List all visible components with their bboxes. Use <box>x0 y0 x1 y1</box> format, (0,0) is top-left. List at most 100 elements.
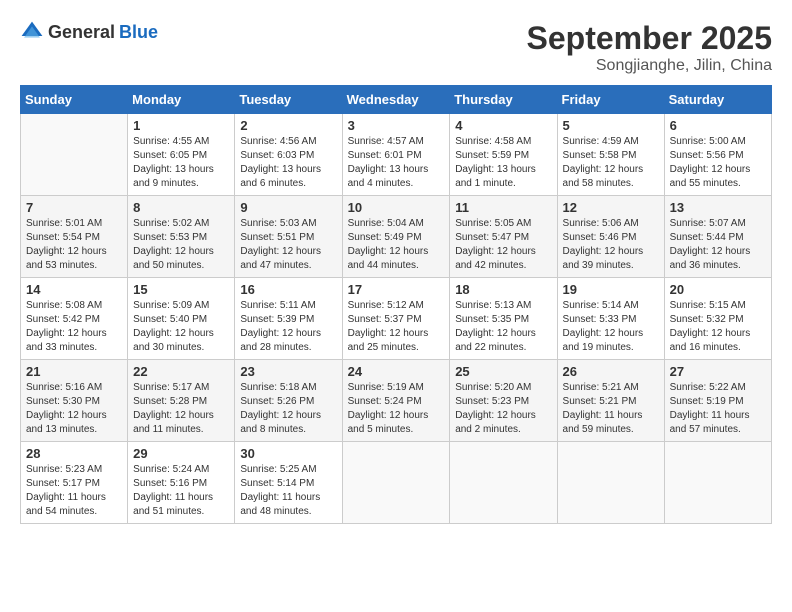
weekday-header-sunday: Sunday <box>21 86 128 114</box>
day-info: Sunrise: 5:23 AM Sunset: 5:17 PM Dayligh… <box>26 463 122 519</box>
calendar-cell: 18 Sunrise: 5:13 AM Sunset: 5:35 PM Dayli… <box>450 278 557 360</box>
day-info: Sunrise: 5:18 AM Sunset: 5:26 PM Dayligh… <box>240 381 336 437</box>
calendar-cell: 24 Sunrise: 5:19 AM Sunset: 5:24 PM Dayli… <box>342 360 450 442</box>
day-info: Sunrise: 5:19 AM Sunset: 5:24 PM Dayligh… <box>348 381 445 437</box>
day-info: Sunrise: 5:24 AM Sunset: 5:16 PM Dayligh… <box>133 463 229 519</box>
day-number: 2 <box>240 118 336 133</box>
calendar-cell: 8 Sunrise: 5:02 AM Sunset: 5:53 PM Daylig… <box>128 196 235 278</box>
day-info: Sunrise: 4:56 AM Sunset: 6:03 PM Dayligh… <box>240 135 336 191</box>
day-info: Sunrise: 5:02 AM Sunset: 5:53 PM Dayligh… <box>133 217 229 273</box>
calendar-cell: 21 Sunrise: 5:16 AM Sunset: 5:30 PM Dayli… <box>21 360 128 442</box>
calendar-cell: 7 Sunrise: 5:01 AM Sunset: 5:54 PM Daylig… <box>21 196 128 278</box>
day-info: Sunrise: 5:04 AM Sunset: 5:49 PM Dayligh… <box>348 217 445 273</box>
calendar-cell: 28 Sunrise: 5:23 AM Sunset: 5:17 PM Dayli… <box>21 442 128 524</box>
day-info: Sunrise: 5:17 AM Sunset: 5:28 PM Dayligh… <box>133 381 229 437</box>
day-info: Sunrise: 5:03 AM Sunset: 5:51 PM Dayligh… <box>240 217 336 273</box>
calendar-cell: 22 Sunrise: 5:17 AM Sunset: 5:28 PM Dayli… <box>128 360 235 442</box>
day-number: 10 <box>348 200 445 215</box>
calendar-cell: 29 Sunrise: 5:24 AM Sunset: 5:16 PM Dayli… <box>128 442 235 524</box>
day-number: 24 <box>348 364 445 379</box>
calendar-cell: 2 Sunrise: 4:56 AM Sunset: 6:03 PM Daylig… <box>235 114 342 196</box>
calendar-table: SundayMondayTuesdayWednesdayThursdayFrid… <box>20 85 772 524</box>
calendar-cell: 16 Sunrise: 5:11 AM Sunset: 5:39 PM Dayli… <box>235 278 342 360</box>
day-number: 12 <box>563 200 659 215</box>
weekday-header-saturday: Saturday <box>664 86 771 114</box>
calendar-cell: 30 Sunrise: 5:25 AM Sunset: 5:14 PM Dayli… <box>235 442 342 524</box>
calendar-cell: 15Sunrise: 5:09 AM Sunset: 5:40 PM Dayli… <box>128 278 235 360</box>
calendar-cell: 12 Sunrise: 5:06 AM Sunset: 5:46 PM Dayli… <box>557 196 664 278</box>
day-number: 17 <box>348 282 445 297</box>
day-number: 18 <box>455 282 551 297</box>
calendar-cell <box>557 442 664 524</box>
title-block: September 2025 Songjianghe, Jilin, China <box>527 20 772 75</box>
day-number: 29 <box>133 446 229 461</box>
location-title: Songjianghe, Jilin, China <box>527 57 772 75</box>
logo: GeneralBlue <box>20 20 158 44</box>
day-number: 6 <box>670 118 766 133</box>
day-info: Sunrise: 4:58 AM Sunset: 5:59 PM Dayligh… <box>455 135 551 191</box>
day-number: 22 <box>133 364 229 379</box>
day-number: 7 <box>26 200 122 215</box>
day-info: Sunrise: 5:12 AM Sunset: 5:37 PM Dayligh… <box>348 299 445 355</box>
day-info: Sunrise: 5:20 AM Sunset: 5:23 PM Dayligh… <box>455 381 551 437</box>
day-info: Sunrise: 5:22 AM Sunset: 5:19 PM Dayligh… <box>670 381 766 437</box>
day-info: Sunrise: 5:05 AM Sunset: 5:47 PM Dayligh… <box>455 217 551 273</box>
day-number: 23 <box>240 364 336 379</box>
calendar-week-2: 7 Sunrise: 5:01 AM Sunset: 5:54 PM Daylig… <box>21 196 772 278</box>
day-info: Sunrise: 4:55 AM Sunset: 6:05 PM Dayligh… <box>133 135 229 191</box>
day-info: Sunrise: 5:01 AM Sunset: 5:54 PM Dayligh… <box>26 217 122 273</box>
day-info: Sunrise: 4:59 AM Sunset: 5:58 PM Dayligh… <box>563 135 659 191</box>
day-number: 25 <box>455 364 551 379</box>
day-number: 30 <box>240 446 336 461</box>
month-title: September 2025 <box>527 20 772 57</box>
calendar-cell: 20Sunrise: 5:15 AM Sunset: 5:32 PM Dayli… <box>664 278 771 360</box>
day-number: 3 <box>348 118 445 133</box>
weekday-header-wednesday: Wednesday <box>342 86 450 114</box>
calendar-cell: 14Sunrise: 5:08 AM Sunset: 5:42 PM Dayli… <box>21 278 128 360</box>
calendar-cell: 6 Sunrise: 5:00 AM Sunset: 5:56 PM Daylig… <box>664 114 771 196</box>
day-number: 19 <box>563 282 659 297</box>
calendar-week-1: 1 Sunrise: 4:55 AM Sunset: 6:05 PM Daylig… <box>21 114 772 196</box>
day-number: 1 <box>133 118 229 133</box>
day-number: 28 <box>26 446 122 461</box>
weekday-header-friday: Friday <box>557 86 664 114</box>
day-info: Sunrise: 5:25 AM Sunset: 5:14 PM Dayligh… <box>240 463 336 519</box>
day-info: Sunrise: 4:57 AM Sunset: 6:01 PM Dayligh… <box>348 135 445 191</box>
day-info: Sunrise: 5:00 AM Sunset: 5:56 PM Dayligh… <box>670 135 766 191</box>
calendar-cell: 26Sunrise: 5:21 AM Sunset: 5:21 PM Dayli… <box>557 360 664 442</box>
day-info: Sunrise: 5:14 AM Sunset: 5:33 PM Dayligh… <box>563 299 659 355</box>
day-number: 11 <box>455 200 551 215</box>
logo-general: General <box>48 22 115 43</box>
calendar-cell: 23 Sunrise: 5:18 AM Sunset: 5:26 PM Dayli… <box>235 360 342 442</box>
page-header: GeneralBlue September 2025 Songjianghe, … <box>20 20 772 75</box>
day-number: 13 <box>670 200 766 215</box>
day-number: 21 <box>26 364 122 379</box>
calendar-cell <box>342 442 450 524</box>
day-number: 27 <box>670 364 766 379</box>
day-info: Sunrise: 5:16 AM Sunset: 5:30 PM Dayligh… <box>26 381 122 437</box>
day-info: Sunrise: 5:13 AM Sunset: 5:35 PM Dayligh… <box>455 299 551 355</box>
calendar-cell: 27 Sunrise: 5:22 AM Sunset: 5:19 PM Dayli… <box>664 360 771 442</box>
day-info: Sunrise: 5:21 AM Sunset: 5:21 PM Dayligh… <box>563 381 659 437</box>
day-number: 4 <box>455 118 551 133</box>
weekday-header-thursday: Thursday <box>450 86 557 114</box>
calendar-cell: 4 Sunrise: 4:58 AM Sunset: 5:59 PM Daylig… <box>450 114 557 196</box>
day-info: Sunrise: 5:09 AM Sunset: 5:40 PM Dayligh… <box>133 299 229 355</box>
calendar-cell: 5Sunrise: 4:59 AM Sunset: 5:58 PM Daylig… <box>557 114 664 196</box>
day-info: Sunrise: 5:06 AM Sunset: 5:46 PM Dayligh… <box>563 217 659 273</box>
day-number: 16 <box>240 282 336 297</box>
day-info: Sunrise: 5:07 AM Sunset: 5:44 PM Dayligh… <box>670 217 766 273</box>
logo-icon <box>20 20 44 44</box>
day-info: Sunrise: 5:15 AM Sunset: 5:32 PM Dayligh… <box>670 299 766 355</box>
day-info: Sunrise: 5:11 AM Sunset: 5:39 PM Dayligh… <box>240 299 336 355</box>
day-number: 8 <box>133 200 229 215</box>
weekday-header-monday: Monday <box>128 86 235 114</box>
calendar-cell <box>450 442 557 524</box>
calendar-week-4: 21 Sunrise: 5:16 AM Sunset: 5:30 PM Dayli… <box>21 360 772 442</box>
calendar-cell: 19 Sunrise: 5:14 AM Sunset: 5:33 PM Dayli… <box>557 278 664 360</box>
calendar-cell: 3 Sunrise: 4:57 AM Sunset: 6:01 PM Daylig… <box>342 114 450 196</box>
calendar-cell: 1 Sunrise: 4:55 AM Sunset: 6:05 PM Daylig… <box>128 114 235 196</box>
calendar-cell: 17 Sunrise: 5:12 AM Sunset: 5:37 PM Dayli… <box>342 278 450 360</box>
calendar-week-3: 14Sunrise: 5:08 AM Sunset: 5:42 PM Dayli… <box>21 278 772 360</box>
weekday-header-row: SundayMondayTuesdayWednesdayThursdayFrid… <box>21 86 772 114</box>
